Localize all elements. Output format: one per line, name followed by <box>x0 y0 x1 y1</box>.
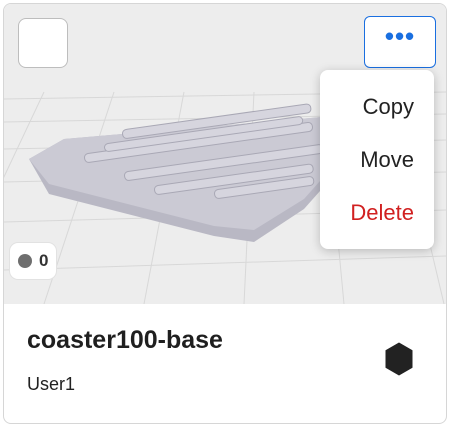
menu-item-copy[interactable]: Copy <box>363 94 414 120</box>
document-title[interactable]: coaster100-base <box>27 326 223 355</box>
select-checkbox[interactable] <box>18 18 68 68</box>
file-card[interactable]: ••• Copy Move Delete 0 coaster100-base U… <box>3 3 447 424</box>
status-dot-icon <box>18 254 32 268</box>
ellipsis-icon: ••• <box>384 21 416 51</box>
status-badge: 0 <box>10 243 57 279</box>
context-menu: Copy Move Delete <box>320 70 434 249</box>
menu-item-move[interactable]: Move <box>360 147 414 173</box>
hexagon-icon <box>385 342 413 376</box>
more-options-button[interactable]: ••• <box>364 16 436 68</box>
document-owner: User1 <box>27 374 76 394</box>
menu-item-delete[interactable]: Delete <box>350 200 414 226</box>
status-count: 0 <box>39 251 49 270</box>
